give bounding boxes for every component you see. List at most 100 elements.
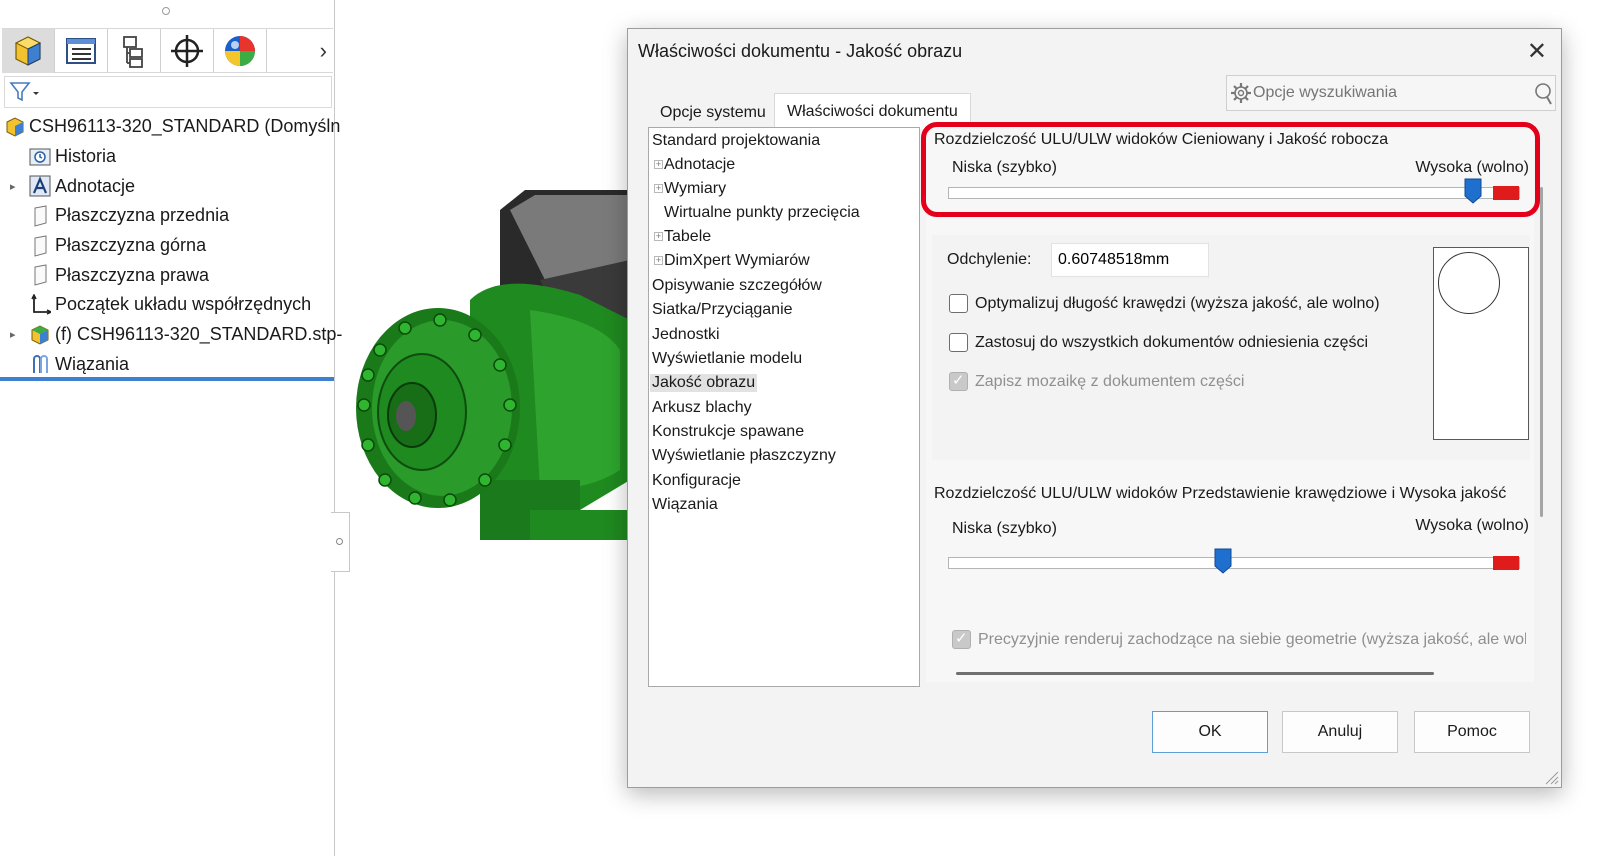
nav-item-expandable[interactable]: + Tabele xyxy=(654,228,711,246)
precise-render-label: Precyzyjnie renderuj zachodzące na siebi… xyxy=(978,631,1526,648)
tree-rollback-bar[interactable] xyxy=(0,377,334,381)
display-manager-icon xyxy=(225,36,255,66)
save-tessellation-label: Zapisz mozaikę z dokumentem części xyxy=(975,373,1245,390)
part-icon xyxy=(4,116,26,138)
cancel-button[interactable]: Anuluj xyxy=(1282,711,1398,753)
mates-icon xyxy=(29,353,51,375)
optimize-edge-length-checkbox[interactable] xyxy=(949,294,968,313)
feature-manager-panel: › CSH96113-320_STANDARD (Domyśln Histori… xyxy=(0,0,342,856)
feature-manager-tab[interactable] xyxy=(2,29,55,73)
compressor-model xyxy=(356,190,630,540)
nav-item[interactable]: Opisywanie szczegółów xyxy=(652,277,822,295)
slider-thumb[interactable] xyxy=(1214,548,1232,574)
tree-item-label: Początek układu współrzędnych xyxy=(55,294,312,315)
search-icon[interactable] xyxy=(1531,81,1553,107)
apply-to-all-references-checkbox[interactable] xyxy=(949,333,968,352)
feature-tree: CSH96113-320_STANDARD (Domyśln Historia … xyxy=(0,112,342,380)
search-input[interactable] xyxy=(1253,76,1523,110)
tree-item-mates[interactable]: Wiązania xyxy=(0,350,335,380)
options-nav-list: Standard projektowania + Adnotacje + Wymia… xyxy=(648,127,920,687)
tree-item-imported-part[interactable]: ▸ (f) CSH96113-320_STANDARD.stp- xyxy=(0,320,342,350)
chevron-right-icon[interactable]: › xyxy=(320,38,327,64)
imported-part-icon xyxy=(29,324,51,346)
nav-item[interactable]: Wyświetlanie modelu xyxy=(652,350,802,368)
dialog-title: Właściwości dokumentu - Jakość obrazu xyxy=(638,41,963,61)
nav-item[interactable]: Arkusz blachy xyxy=(652,399,752,417)
expand-plus-icon[interactable]: + xyxy=(654,184,663,193)
ok-button[interactable]: OK xyxy=(1152,711,1268,753)
expand-plus-icon[interactable]: + xyxy=(654,232,663,241)
feature-manager-icon xyxy=(14,36,42,66)
dimxpert-manager-icon xyxy=(171,35,203,67)
tree-item-label: (f) CSH96113-320_STANDARD.stp- xyxy=(55,324,343,345)
wireframe-resolution-slider[interactable] xyxy=(948,548,1520,574)
search-options-box[interactable] xyxy=(1226,75,1556,111)
vertical-scrollbar[interactable] xyxy=(1540,187,1543,517)
tree-item-label: Historia xyxy=(55,146,117,167)
expand-plus-icon[interactable]: + xyxy=(654,160,663,169)
help-button[interactable]: Pomoc xyxy=(1414,711,1530,753)
panel-collapse-handle[interactable] xyxy=(331,512,350,572)
tree-filter[interactable] xyxy=(4,76,332,108)
nav-item[interactable]: Siatka/Przyciąganie xyxy=(652,301,793,319)
save-tessellation-checkbox[interactable] xyxy=(949,371,968,391)
tree-item-front-plane[interactable]: Płaszczyzna przednia xyxy=(0,201,335,231)
precise-render-checkbox[interactable] xyxy=(952,629,971,649)
app-window: › CSH96113-320_STANDARD (Domyśln Histori… xyxy=(0,0,1600,856)
image-quality-settings: Rozdzielczość ULU/ULW widoków Cieniowany… xyxy=(921,122,1556,687)
dimxpert-manager-tab[interactable] xyxy=(161,29,214,73)
tree-item-top-plane[interactable]: Płaszczyzna górna xyxy=(0,231,335,261)
tree-root-label: CSH96113-320_STANDARD (Domyśln xyxy=(29,116,341,137)
document-properties-dialog: Właściwości dokumentu - Jakość obrazu ✕ … xyxy=(627,28,1562,788)
nav-item-expandable[interactable]: + DimXpert Wymiarów xyxy=(654,252,810,270)
tree-root-item[interactable]: CSH96113-320_STANDARD (Domyśln xyxy=(0,112,340,142)
tessellation-preview xyxy=(1433,247,1529,440)
tree-item-right-plane[interactable]: Płaszczyzna prawa xyxy=(0,260,335,290)
highlight-annotation-box xyxy=(921,122,1540,217)
wireframe-high-label: Wysoka (wolno) xyxy=(1415,517,1529,534)
tree-item-label: Adnotacje xyxy=(55,175,136,196)
wireframe-resolution-title: Rozdzielczość ULU/ULW widoków Przedstawi… xyxy=(934,485,1507,502)
tree-item-history[interactable]: Historia xyxy=(0,142,335,172)
configuration-manager-icon xyxy=(123,36,143,68)
tree-item-origin[interactable]: Początek układu współrzędnych xyxy=(0,290,335,320)
nav-item[interactable]: Konstrukcje spawane xyxy=(652,423,804,441)
nav-item-expandable[interactable]: + Adnotacje xyxy=(654,156,735,174)
expand-plus-icon[interactable]: + xyxy=(654,256,663,265)
property-manager-tab[interactable] xyxy=(55,29,108,73)
close-icon[interactable]: ✕ xyxy=(1527,37,1547,66)
configuration-manager-tab[interactable] xyxy=(108,29,161,73)
model-viewport[interactable] xyxy=(350,150,630,570)
tree-item-label: Płaszczyzna górna xyxy=(55,235,207,256)
nav-item[interactable]: Jednostki xyxy=(652,326,720,344)
resize-grip-icon[interactable] xyxy=(1543,769,1559,785)
nav-item-expandable[interactable]: + Wymiary xyxy=(654,180,726,198)
nav-item[interactable]: Standard projektowania xyxy=(652,132,820,150)
tab-system-options[interactable]: Opcje systemu xyxy=(648,97,778,129)
nav-item[interactable]: Wirtualne punkty przecięcia xyxy=(664,204,860,222)
panel-grip-dot[interactable] xyxy=(162,7,170,15)
tree-item-annotations[interactable]: ▸ Adnotacje xyxy=(0,171,335,201)
nav-item[interactable]: Wiązania xyxy=(652,496,718,514)
plane-icon xyxy=(29,264,51,286)
property-manager-icon xyxy=(66,38,96,64)
deviation-input[interactable] xyxy=(1051,243,1209,277)
nav-item[interactable]: Wyświetlanie płaszczyzny xyxy=(652,447,836,465)
manager-toolbar: › xyxy=(2,28,333,73)
display-manager-tab[interactable] xyxy=(214,29,267,73)
wireframe-low-label: Niska (szybko) xyxy=(952,520,1057,537)
annotations-icon xyxy=(29,175,51,197)
filter-icon xyxy=(9,82,39,102)
nav-item[interactable]: Konfiguracje xyxy=(652,472,741,490)
horizontal-scrollbar[interactable] xyxy=(956,672,1434,675)
slider-red-zone xyxy=(1493,556,1519,570)
nav-item-selected[interactable]: Jakość obrazu xyxy=(650,374,758,392)
tree-item-label: Płaszczyzna prawa xyxy=(55,264,210,285)
plane-icon xyxy=(29,205,51,227)
deviation-label: Odchylenie: xyxy=(947,251,1032,268)
apply-to-all-references-label: Zastosuj do wszystkich dokumentów odnies… xyxy=(975,334,1369,351)
tree-item-label: Wiązania xyxy=(55,353,130,374)
expand-arrow-icon[interactable]: ▸ xyxy=(10,328,16,341)
expand-arrow-icon[interactable]: ▸ xyxy=(10,180,16,193)
handle-dot-icon xyxy=(336,538,343,545)
